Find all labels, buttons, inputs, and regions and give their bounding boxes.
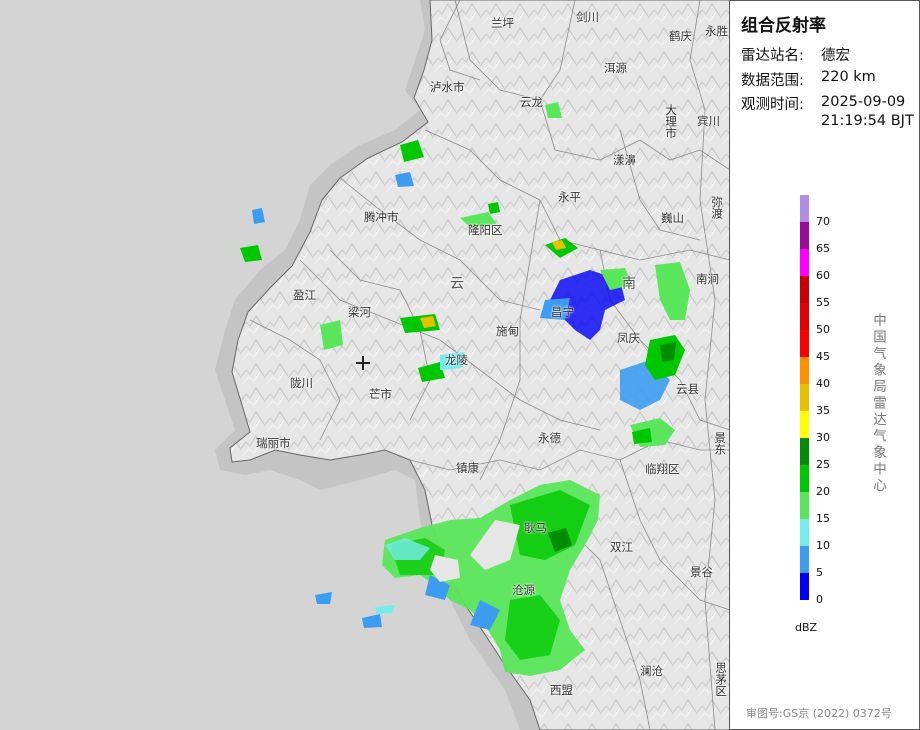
city-label: 洱源 <box>604 61 627 75</box>
legend-swatch <box>800 330 809 357</box>
legend-swatch <box>800 438 809 465</box>
city-label: 云县 <box>676 382 699 396</box>
legend-tick-label: 60 <box>816 269 830 282</box>
legend-tick-label: 20 <box>816 485 830 498</box>
legend-swatch <box>800 249 809 276</box>
city-label: 永胜 <box>705 24 728 38</box>
city-label: 泸水市 <box>430 80 465 94</box>
organization-name: 中国气象局雷达气象中心 <box>870 313 886 495</box>
legend-swatch <box>800 492 809 519</box>
legend-tick-label: 55 <box>816 296 830 309</box>
info-panel: 组合反射率 雷达站名: 德宏 数据范围: 220 km 观测时间: 2025-0… <box>729 0 920 730</box>
legend-unit: dBZ <box>795 621 818 634</box>
range-value: 220 km <box>821 69 876 85</box>
legend-tick-label: 15 <box>816 512 830 525</box>
legend-tick-label: 70 <box>816 215 830 228</box>
city-label: 漾濞 <box>613 153 636 167</box>
product-title: 组合反射率 <box>741 16 826 36</box>
city-label: 镇康 <box>456 461 479 475</box>
city-label: 景谷 <box>690 565 713 579</box>
city-label: 沧源 <box>512 583 535 597</box>
legend-tick-label: 0 <box>816 593 823 606</box>
city-label: 云龙 <box>520 95 543 109</box>
city-label: 瑞丽市 <box>256 436 291 450</box>
legend-tick-label: 30 <box>816 431 830 444</box>
city-label: 西盟 <box>550 683 573 697</box>
map-approval-number: 审图号:GS京 (2022) 0372号 <box>746 707 892 720</box>
range-label: 数据范围: <box>741 73 804 89</box>
city-label: 鹤庆 <box>669 29 692 43</box>
city-label: 昌宁 <box>551 305 574 319</box>
city-label: 永平 <box>558 190 581 204</box>
city-label: 兰坪 <box>491 16 514 30</box>
city-label: 澜沧 <box>640 664 663 678</box>
city-label: 盈江 <box>293 288 316 302</box>
legend-swatch <box>800 222 809 249</box>
city-label: 双江 <box>610 540 633 554</box>
legend-swatch <box>800 276 809 303</box>
city-label: 耿马 <box>524 521 547 535</box>
time-row: 观测时间: 2025-09-09 21:19:54 BJT <box>741 93 914 129</box>
radar-station-marker <box>356 356 370 370</box>
city-label: 芒市 <box>369 387 392 401</box>
legend-swatch <box>800 384 809 411</box>
legend-swatch <box>800 303 809 330</box>
station-value: 德宏 <box>821 48 850 64</box>
city-label: 隆阳区 <box>468 223 503 237</box>
city-label: 剑川 <box>576 10 599 24</box>
legend-swatch <box>800 573 809 600</box>
legend-swatch <box>800 519 809 546</box>
city-label: 梁河 <box>348 305 371 319</box>
city-label: 思茅区 <box>714 662 729 697</box>
legend-swatch <box>800 546 809 573</box>
city-label: 南涧 <box>696 272 719 286</box>
region-label: 云 <box>450 276 464 292</box>
range-row: 数据范围: 220 km <box>741 69 876 90</box>
city-label: 永德 <box>538 431 561 445</box>
legend-tick-label: 65 <box>816 242 830 255</box>
legend-swatch <box>800 195 809 222</box>
city-label: 施甸 <box>496 324 519 338</box>
time-date: 2025-09-09 <box>821 94 906 110</box>
city-label: 临翔区 <box>645 462 680 476</box>
station-label: 雷达站名: <box>741 48 804 64</box>
legend-swatch <box>800 357 809 384</box>
legend-swatch <box>800 465 809 492</box>
time-value: 2025-09-09 21:19:54 BJT <box>821 93 914 131</box>
legend-tick-label: 45 <box>816 350 830 363</box>
time-clock: 21:19:54 BJT <box>821 113 914 129</box>
city-label: 大理市 <box>664 104 679 139</box>
legend-tick-label: 50 <box>816 323 830 336</box>
region-label: 南 <box>622 276 636 292</box>
legend-tick-label: 5 <box>816 566 823 579</box>
city-label: 龙陵 <box>445 353 468 367</box>
legend-tick-label: 25 <box>816 458 830 471</box>
city-label: 巍山 <box>661 211 684 225</box>
city-label: 宾川 <box>697 114 720 128</box>
city-label: 弥渡 <box>710 196 725 219</box>
legend-tick-label: 10 <box>816 539 830 552</box>
radar-map[interactable]: 兰坪 剑川 鹤庆 永胜 洱源 泸水市 云龙 大理市 宾川 漾濞 腾冲市 隆阳区 … <box>0 0 730 730</box>
city-label: 腾冲市 <box>364 210 399 224</box>
station-row: 雷达站名: 德宏 <box>741 44 850 65</box>
city-label: 凤庆 <box>617 331 640 345</box>
legend-tick-label: 35 <box>816 404 830 417</box>
time-label: 观测时间: <box>741 97 804 113</box>
city-label: 陇川 <box>290 376 313 390</box>
city-label: 景东 <box>713 432 728 455</box>
legend-tick-label: 40 <box>816 377 830 390</box>
legend-swatch <box>800 411 809 438</box>
